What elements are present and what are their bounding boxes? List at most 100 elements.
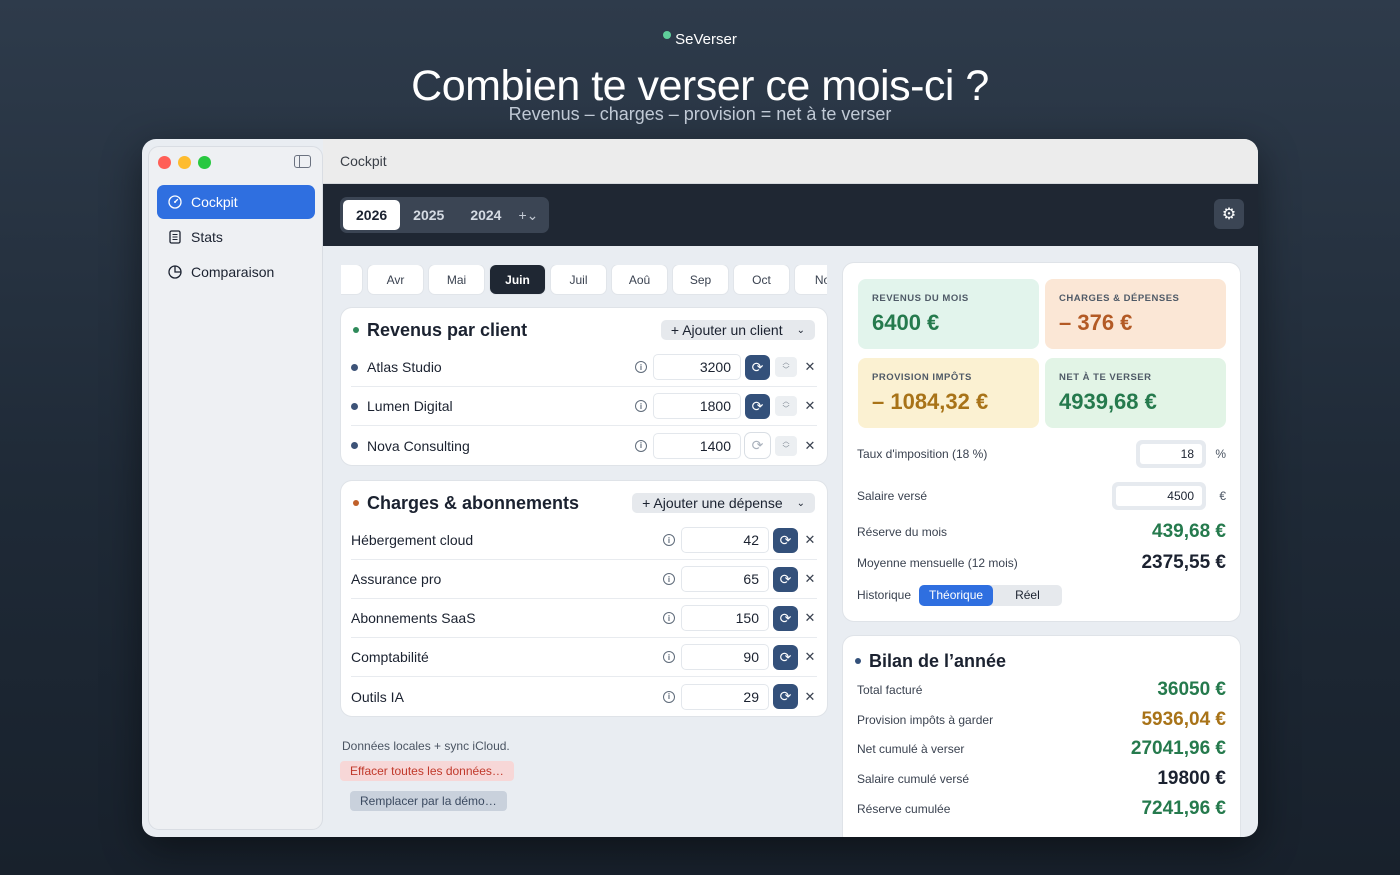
info-icon[interactable]: i bbox=[635, 361, 647, 373]
storage-note: Données locales + sync iCloud. bbox=[342, 739, 510, 753]
chevron-down-icon: ﹀ bbox=[782, 445, 790, 453]
zoom-window-button[interactable] bbox=[198, 156, 211, 169]
sync-icon: ⟳ bbox=[751, 358, 764, 375]
add-expense-button[interactable]: + Ajouter une dépense ⌄ bbox=[632, 493, 815, 513]
remove-row-button[interactable]: ✕ bbox=[803, 359, 817, 375]
info-icon[interactable]: i bbox=[663, 612, 675, 624]
remove-row-button[interactable]: ✕ bbox=[803, 689, 817, 705]
sync-icon: ⟳ bbox=[779, 688, 792, 704]
month-tab-juin[interactable]: Juin bbox=[490, 265, 545, 294]
close-icon: ✕ bbox=[804, 688, 816, 704]
remove-row-button[interactable]: ✕ bbox=[803, 398, 817, 414]
year-tab-2024[interactable]: 2024 bbox=[457, 200, 514, 230]
bilan-card: Bilan de l’année Total facturé 36050 € P… bbox=[843, 636, 1240, 837]
info-icon[interactable]: i bbox=[663, 651, 675, 663]
remove-row-button[interactable]: ✕ bbox=[803, 571, 817, 587]
amount-stepper[interactable]: ︿ ﹀ bbox=[775, 435, 797, 456]
sync-icon: ⟳ bbox=[751, 397, 764, 414]
info-icon[interactable]: i bbox=[635, 439, 647, 452]
amount-input[interactable]: 150 bbox=[682, 606, 768, 630]
amount-input[interactable]: 65 bbox=[682, 567, 768, 591]
window-controls bbox=[158, 156, 211, 169]
salary-input[interactable]: 4500 bbox=[1116, 486, 1202, 506]
tax-rate-input[interactable]: 18 bbox=[1140, 444, 1202, 464]
recurring-toggle[interactable]: ⟳ bbox=[745, 354, 770, 380]
toolbar: 2026 2025 2024 +⌄ ⚙ bbox=[323, 184, 1258, 246]
erase-data-button[interactable]: Effacer toutes les données… bbox=[340, 761, 514, 781]
sidebar-item-cockpit[interactable]: Cockpit bbox=[157, 185, 315, 219]
month-tab-mai[interactable]: Mai bbox=[429, 265, 484, 294]
remove-row-button[interactable]: ✕ bbox=[803, 610, 817, 626]
summary-card: REVENUS DU MOIS 6400 € CHARGES & DÉPENSE… bbox=[843, 263, 1240, 621]
document-icon bbox=[168, 230, 182, 244]
bilan-row: Provision impôts à garder 5936,04 € bbox=[857, 709, 1226, 731]
add-client-button[interactable]: + Ajouter un client ⌄ bbox=[660, 320, 815, 340]
client-dot-icon bbox=[351, 442, 358, 449]
load-demo-button[interactable]: Remplacer par la démo… bbox=[350, 791, 507, 811]
amount-input[interactable]: 90 bbox=[682, 645, 768, 669]
year-tab-2025[interactable]: 2025 bbox=[400, 200, 457, 230]
kpi-value: 6400 € bbox=[872, 310, 940, 335]
month-tab-nov[interactable]: No bbox=[795, 265, 827, 294]
recurring-toggle[interactable]: ⟳ bbox=[745, 393, 770, 419]
bilan-label: Provision impôts à garder bbox=[857, 713, 994, 727]
sidebar-nav: Cockpit Stats Comparaison bbox=[157, 185, 315, 290]
info-icon[interactable]: i bbox=[663, 690, 675, 703]
amount-input[interactable]: 1800 bbox=[654, 394, 740, 418]
average-value: 2375,55 € bbox=[1141, 552, 1226, 573]
amount-stepper[interactable]: ︿ ﹀ bbox=[775, 396, 797, 416]
recurring-toggle[interactable]: ⟳ bbox=[773, 684, 798, 709]
revenus-title: Revenus par client bbox=[367, 319, 528, 340]
month-tab-sep[interactable]: Sep bbox=[673, 265, 728, 294]
table-row: Hébergement cloud i 42 ⟳ ✕ bbox=[351, 521, 817, 560]
table-row: Nova Consulting i 1400 ⟳ ︿ ﹀ ✕ bbox=[351, 426, 817, 465]
amount-input[interactable]: 3200 bbox=[654, 355, 740, 379]
history-option-theorique[interactable]: Théorique bbox=[919, 584, 994, 606]
month-tab-mar[interactable]: ar bbox=[341, 265, 362, 294]
sync-icon: ⟳ bbox=[751, 437, 764, 453]
bilan-value: 36050 € bbox=[1157, 679, 1226, 700]
expense-name: Assurance pro bbox=[351, 571, 442, 587]
remove-row-button[interactable]: ✕ bbox=[803, 438, 817, 454]
remove-row-button[interactable]: ✕ bbox=[803, 532, 817, 548]
bilan-value: 19800 € bbox=[1157, 768, 1226, 789]
info-icon[interactable]: i bbox=[635, 400, 647, 412]
amount-stepper[interactable]: ︿ ﹀ bbox=[775, 357, 797, 377]
month-tab-juil[interactable]: Juil bbox=[551, 265, 606, 294]
amount-input[interactable]: 1400 bbox=[654, 433, 740, 458]
close-window-button[interactable] bbox=[158, 156, 171, 169]
brand-dot-icon bbox=[663, 31, 672, 39]
table-row: Assurance pro i 65 ⟳ ✕ bbox=[351, 560, 817, 599]
client-name: Atlas Studio bbox=[367, 359, 442, 375]
recurring-toggle[interactable]: ⟳ bbox=[773, 605, 798, 631]
month-tab-avr[interactable]: Avr bbox=[368, 265, 423, 294]
info-icon[interactable]: i bbox=[663, 534, 675, 546]
amount-input[interactable]: 29 bbox=[682, 684, 768, 709]
history-option-reel[interactable]: Réel bbox=[993, 585, 1062, 606]
recurring-toggle[interactable]: ⟳ bbox=[773, 527, 798, 553]
reserve-label: Réserve du mois bbox=[857, 525, 948, 539]
info-icon[interactable]: i bbox=[663, 573, 675, 585]
amount-input[interactable]: 42 bbox=[682, 528, 768, 552]
add-year-button[interactable]: +⌄ bbox=[514, 207, 546, 224]
salary-unit: € bbox=[1219, 489, 1226, 503]
settings-button[interactable]: ⚙ bbox=[1214, 199, 1244, 229]
month-tab-oct[interactable]: Oct bbox=[734, 265, 789, 294]
chevron-down-icon: ﹀ bbox=[782, 367, 790, 374]
charges-bullet-icon bbox=[353, 500, 359, 506]
month-tab-aou[interactable]: Aoû bbox=[612, 265, 667, 294]
sidebar-item-stats[interactable]: Stats bbox=[157, 220, 315, 254]
recurring-toggle[interactable]: ⟳ bbox=[745, 433, 770, 458]
sidebar-item-comparaison[interactable]: Comparaison bbox=[157, 255, 315, 289]
table-row: Atlas Studio i 3200 ⟳ ︿ ﹀ ✕ bbox=[351, 348, 817, 387]
minimize-window-button[interactable] bbox=[178, 156, 191, 169]
history-label: Historique bbox=[857, 588, 912, 602]
year-tab-2026[interactable]: 2026 bbox=[343, 200, 401, 230]
sidebar-toggle-icon[interactable] bbox=[294, 155, 311, 168]
bilan-label: Net cumulé à verser bbox=[857, 742, 965, 756]
remove-row-button[interactable]: ✕ bbox=[803, 649, 817, 665]
recurring-toggle[interactable]: ⟳ bbox=[773, 566, 798, 592]
recurring-toggle[interactable]: ⟳ bbox=[773, 644, 798, 670]
sync-icon: ⟳ bbox=[779, 531, 792, 548]
average-label: Moyenne mensuelle (12 mois) bbox=[857, 556, 1018, 570]
